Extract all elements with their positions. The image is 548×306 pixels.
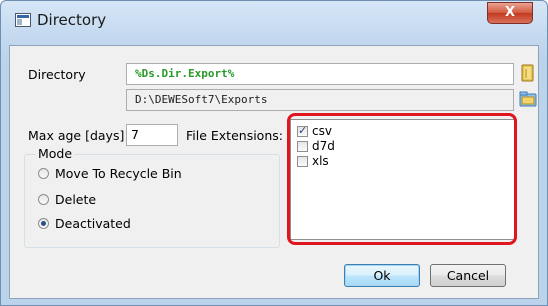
close-button[interactable]: X — [487, 2, 533, 24]
window-title: Directory — [37, 11, 107, 29]
directory-resolved-path: D:\DEWESoft7\Exports — [126, 89, 514, 111]
mode-option-label: Move To Recycle Bin — [55, 166, 182, 181]
mode-option-move-to-recycle-bin[interactable]: Move To Recycle Bin — [38, 166, 182, 181]
max-age-input[interactable]: 7 — [126, 124, 178, 146]
directory-dialog: Directory X Directory %Ds.Dir.Export% D:… — [0, 0, 548, 306]
mode-option-delete[interactable]: Delete — [38, 192, 96, 207]
directory-label: Directory — [28, 67, 86, 82]
ok-button[interactable]: Ok — [344, 264, 420, 287]
file-extensions-label: File Extensions: — [186, 128, 283, 143]
window-icon — [15, 13, 31, 27]
title-bar[interactable]: Directory X — [1, 1, 547, 45]
max-age-label: Max age [days] — [28, 128, 125, 143]
browse-folder-icon[interactable] — [518, 63, 538, 83]
radio-button[interactable] — [38, 168, 49, 179]
mode-option-label: Deactivated — [55, 216, 131, 231]
highlight-box — [287, 113, 517, 245]
radio-button[interactable] — [38, 194, 49, 205]
mode-group-title: Mode — [36, 146, 75, 161]
radio-button-selected[interactable] — [38, 218, 49, 229]
mode-option-label: Delete — [55, 192, 97, 207]
directory-variable-input[interactable]: %Ds.Dir.Export% — [126, 63, 514, 85]
mode-option-deactivated[interactable]: Deactivated — [38, 216, 131, 231]
open-folder-icon[interactable] — [518, 89, 538, 109]
cancel-button[interactable]: Cancel — [430, 264, 506, 287]
